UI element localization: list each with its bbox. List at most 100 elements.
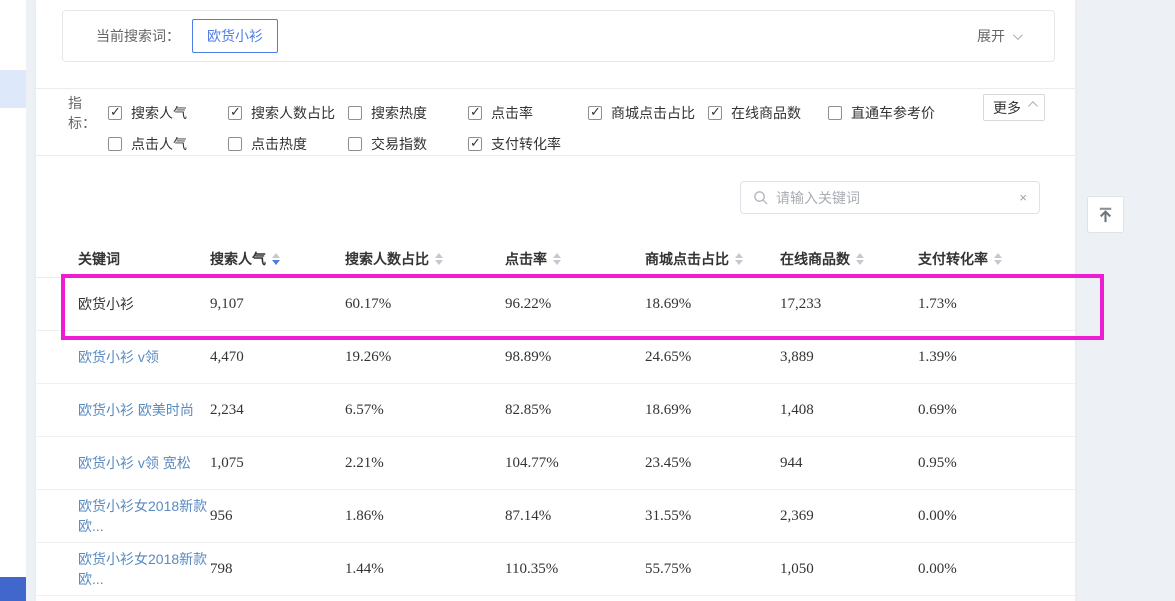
column-label: 在线商品数 [780, 249, 850, 269]
checkbox-icon[interactable] [468, 137, 482, 151]
indicator-ztc-reference-price[interactable]: 直通车参考价 [828, 103, 968, 123]
checkbox-icon[interactable] [228, 137, 242, 151]
indicator-label: 搜索热度 [371, 103, 427, 123]
sort-icon[interactable] [272, 253, 280, 265]
searcher-ratio-cell: 19.26% [345, 349, 505, 366]
keyword-link[interactable]: 欧货小衫女2018新款欧... [78, 496, 210, 536]
online-products-cell: 944 [780, 455, 918, 472]
ctr-cell: 110.35% [505, 561, 645, 578]
checkbox-icon[interactable] [348, 137, 362, 151]
indicator-transaction-index[interactable]: 交易指数 [348, 134, 468, 154]
ctr-cell: 87.14% [505, 508, 645, 525]
column-header-mall-click-ratio[interactable]: 商城点击占比 [645, 249, 780, 269]
column-label: 点击率 [505, 249, 547, 269]
mall-click-ratio-cell: 18.69% [645, 296, 780, 313]
keywords-table: 关键词 搜索人气 搜索人数占比 点击率 商城点击占比 [36, 240, 1075, 596]
table-row[interactable]: 欧货小衫 v领 宽松 1,075 2.21% 104.77% 23.45% 94… [36, 437, 1075, 490]
expand-label: 展开 [977, 26, 1005, 46]
sort-icon[interactable] [735, 253, 743, 265]
keyword-link[interactable]: 欧货小衫 欧美时尚 [78, 400, 210, 420]
payment-conversion-cell: 0.00% [918, 508, 1075, 525]
checkbox-icon[interactable] [228, 106, 242, 120]
clear-input-icon[interactable]: × [1017, 190, 1029, 205]
column-label: 搜索人气 [210, 249, 266, 269]
mall-click-ratio-cell: 31.55% [645, 508, 780, 525]
current-search-panel: 当前搜索词： 欧货小衫 展开 [62, 10, 1055, 62]
indicator-click-popularity[interactable]: 点击人气 [108, 134, 228, 154]
sort-icon[interactable] [553, 253, 561, 265]
indicator-payment-conversion[interactable]: 支付转化率 [468, 134, 588, 154]
indicator-mall-click-ratio[interactable]: 商城点击占比 [588, 103, 708, 123]
column-header-searcher-count-ratio[interactable]: 搜索人数占比 [345, 249, 505, 269]
back-to-top-button[interactable] [1087, 196, 1124, 233]
mall-click-ratio-cell: 23.45% [645, 455, 780, 472]
main-content: 当前搜索词： 欧货小衫 展开 指标： 搜索人气 搜索人数占比 [36, 0, 1075, 601]
sidebar-active-item[interactable] [0, 70, 26, 108]
back-to-top-icon [1095, 204, 1116, 225]
table-row[interactable]: 欧货小衫女2018新款欧... 798 1.44% 110.35% 55.75%… [36, 543, 1075, 596]
mall-click-ratio-cell: 24.65% [645, 349, 780, 366]
expand-toggle[interactable]: 展开 [977, 26, 1020, 46]
indicators-section: 指标： 搜索人气 搜索人数占比 搜索热度 点击率 [36, 88, 1075, 156]
chevron-up-icon [1028, 101, 1038, 111]
checkbox-icon[interactable] [828, 106, 842, 120]
more-button[interactable]: 更多 [983, 94, 1045, 121]
indicator-label: 搜索人气 [131, 103, 187, 123]
searcher-ratio-cell: 2.21% [345, 455, 505, 472]
table-row[interactable]: 欧货小衫 v领 4,470 19.26% 98.89% 24.65% 3,889… [36, 331, 1075, 384]
indicator-label: 交易指数 [371, 134, 427, 154]
keyword-link[interactable]: 欧货小衫女2018新款欧... [78, 549, 210, 589]
indicators-label: 指标： [68, 93, 108, 133]
indicator-click-rate[interactable]: 点击率 [468, 103, 588, 123]
search-popularity-cell: 798 [210, 561, 345, 578]
indicator-label: 支付转化率 [491, 134, 561, 154]
indicator-online-products[interactable]: 在线商品数 [708, 103, 828, 123]
sidebar-sliver [0, 0, 26, 601]
payment-conversion-cell: 0.69% [918, 402, 1075, 419]
search-popularity-cell: 4,470 [210, 349, 345, 366]
checkbox-icon[interactable] [108, 106, 122, 120]
indicator-searcher-count-ratio[interactable]: 搜索人数占比 [228, 103, 348, 123]
sort-icon[interactable] [856, 253, 864, 265]
column-header-click-rate[interactable]: 点击率 [505, 249, 645, 269]
indicator-label: 直通车参考价 [851, 103, 935, 123]
ctr-cell: 82.85% [505, 402, 645, 419]
column-header-online-products[interactable]: 在线商品数 [780, 249, 918, 269]
table-row[interactable]: 欧货小衫 欧美时尚 2,234 6.57% 82.85% 18.69% 1,40… [36, 384, 1075, 437]
column-header-search-popularity[interactable]: 搜索人气 [210, 249, 345, 269]
column-label: 商城点击占比 [645, 249, 729, 269]
column-header-keyword: 关键词 [78, 249, 210, 269]
current-search-label: 当前搜索词： [96, 26, 180, 46]
sort-icon[interactable] [435, 253, 443, 265]
mall-click-ratio-cell: 55.75% [645, 561, 780, 578]
checkbox-icon[interactable] [108, 137, 122, 151]
payment-conversion-cell: 1.73% [918, 296, 1075, 313]
current-keyword-button[interactable]: 欧货小衫 [192, 19, 278, 53]
checkbox-icon[interactable] [468, 106, 482, 120]
checkbox-icon[interactable] [708, 106, 722, 120]
searcher-ratio-cell: 6.57% [345, 402, 505, 419]
ctr-cell: 98.89% [505, 349, 645, 366]
indicator-search-heat[interactable]: 搜索热度 [348, 103, 468, 123]
checkbox-icon[interactable] [348, 106, 362, 120]
more-label: 更多 [993, 98, 1021, 118]
column-header-payment-conversion[interactable]: 支付转化率 [918, 249, 1075, 269]
table-row[interactable]: 欧货小衫 9,107 60.17% 96.22% 18.69% 17,233 1… [36, 278, 1075, 331]
sidebar-bottom-item[interactable] [0, 577, 26, 601]
searcher-ratio-cell: 1.86% [345, 508, 505, 525]
ctr-cell: 96.22% [505, 296, 645, 313]
search-popularity-cell: 956 [210, 508, 345, 525]
chevron-down-icon [1013, 30, 1023, 40]
indicator-click-heat[interactable]: 点击热度 [228, 134, 348, 154]
column-label: 支付转化率 [918, 249, 988, 269]
keyword-filter-input[interactable] [776, 190, 1017, 206]
indicator-label: 商城点击占比 [611, 103, 695, 123]
table-row[interactable]: 欧货小衫女2018新款欧... 956 1.86% 87.14% 31.55% … [36, 490, 1075, 543]
keyword-link[interactable]: 欧货小衫 v领 [78, 347, 210, 367]
checkbox-icon[interactable] [588, 106, 602, 120]
search-popularity-cell: 9,107 [210, 296, 345, 313]
keyword-link[interactable]: 欧货小衫 v领 宽松 [78, 453, 210, 473]
searcher-ratio-cell: 60.17% [345, 296, 505, 313]
sort-icon[interactable] [994, 253, 1002, 265]
indicator-search-popularity[interactable]: 搜索人气 [108, 103, 228, 123]
